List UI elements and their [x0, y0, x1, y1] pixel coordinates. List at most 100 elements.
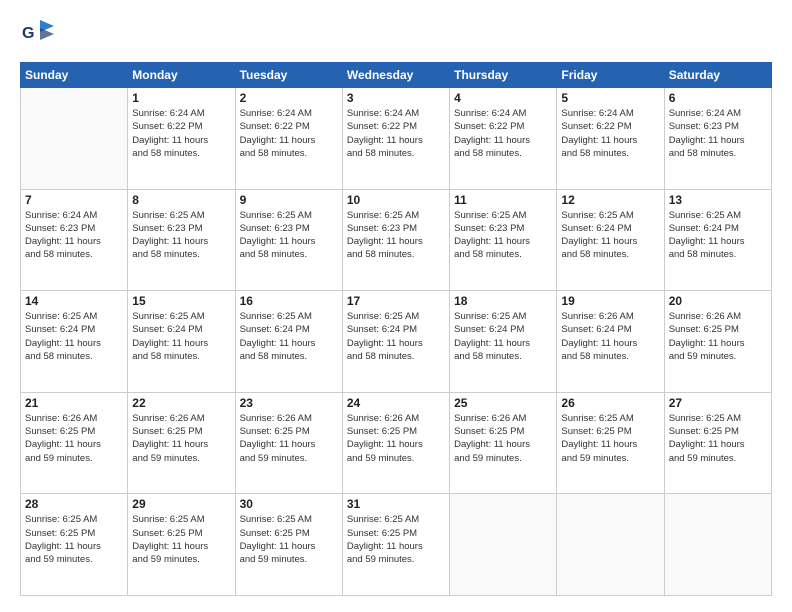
- day-number: 3: [347, 91, 445, 105]
- day-number: 27: [669, 396, 767, 410]
- calendar-header-monday: Monday: [128, 63, 235, 88]
- calendar-cell: 20 Sunrise: 6:26 AMSunset: 6:25 PMDayligh…: [664, 291, 771, 393]
- day-info: Sunrise: 6:25 AMSunset: 6:25 PMDaylight:…: [132, 513, 230, 566]
- calendar-cell: 7 Sunrise: 6:24 AMSunset: 6:23 PMDaylight…: [21, 189, 128, 291]
- day-info: Sunrise: 6:25 AMSunset: 6:24 PMDaylight:…: [240, 310, 338, 363]
- logo: G: [20, 16, 60, 52]
- calendar-cell: 1 Sunrise: 6:24 AMSunset: 6:22 PMDaylight…: [128, 88, 235, 190]
- calendar-cell: 5 Sunrise: 6:24 AMSunset: 6:22 PMDaylight…: [557, 88, 664, 190]
- calendar-cell: 11 Sunrise: 6:25 AMSunset: 6:23 PMDayligh…: [450, 189, 557, 291]
- calendar-cell: 27 Sunrise: 6:25 AMSunset: 6:25 PMDayligh…: [664, 392, 771, 494]
- day-number: 11: [454, 193, 552, 207]
- calendar-cell: 4 Sunrise: 6:24 AMSunset: 6:22 PMDaylight…: [450, 88, 557, 190]
- day-info: Sunrise: 6:25 AMSunset: 6:24 PMDaylight:…: [454, 310, 552, 363]
- day-number: 20: [669, 294, 767, 308]
- day-info: Sunrise: 6:25 AMSunset: 6:24 PMDaylight:…: [561, 209, 659, 262]
- day-info: Sunrise: 6:26 AMSunset: 6:25 PMDaylight:…: [347, 412, 445, 465]
- day-number: 7: [25, 193, 123, 207]
- calendar-cell: 8Sunrise: 6:25 AMSunset: 6:23 PMDaylight…: [128, 189, 235, 291]
- day-info: Sunrise: 6:25 AMSunset: 6:25 PMDaylight:…: [240, 513, 338, 566]
- calendar-cell: 30Sunrise: 6:25 AMSunset: 6:25 PMDayligh…: [235, 494, 342, 596]
- day-info: Sunrise: 6:25 AMSunset: 6:23 PMDaylight:…: [240, 209, 338, 262]
- day-info: Sunrise: 6:25 AMSunset: 6:24 PMDaylight:…: [669, 209, 767, 262]
- page: G SundayMondayTuesdayWednesdayThursdayFr…: [0, 0, 792, 612]
- day-info: Sunrise: 6:26 AMSunset: 6:25 PMDaylight:…: [25, 412, 123, 465]
- day-number: 5: [561, 91, 659, 105]
- day-info: Sunrise: 6:26 AMSunset: 6:25 PMDaylight:…: [454, 412, 552, 465]
- calendar-week-row: 28 Sunrise: 6:25 AMSunset: 6:25 PMDayligh…: [21, 494, 772, 596]
- day-number: 13: [669, 193, 767, 207]
- day-number: 25: [454, 396, 552, 410]
- day-number: 28: [25, 497, 123, 511]
- day-number: 22: [132, 396, 230, 410]
- day-number: 10: [347, 193, 445, 207]
- calendar-week-row: 7 Sunrise: 6:24 AMSunset: 6:23 PMDaylight…: [21, 189, 772, 291]
- calendar-cell: 29 Sunrise: 6:25 AMSunset: 6:25 PMDayligh…: [128, 494, 235, 596]
- day-number: 21: [25, 396, 123, 410]
- calendar-cell: 9 Sunrise: 6:25 AMSunset: 6:23 PMDaylight…: [235, 189, 342, 291]
- header: G: [20, 16, 772, 52]
- calendar-table: SundayMondayTuesdayWednesdayThursdayFrid…: [20, 62, 772, 596]
- calendar-cell: 24 Sunrise: 6:26 AMSunset: 6:25 PMDayligh…: [342, 392, 449, 494]
- calendar-cell: [450, 494, 557, 596]
- day-number: 29: [132, 497, 230, 511]
- day-info: Sunrise: 6:24 AMSunset: 6:22 PMDaylight:…: [132, 107, 230, 160]
- day-number: 4: [454, 91, 552, 105]
- day-number: 17: [347, 294, 445, 308]
- day-info: Sunrise: 6:25 AMSunset: 6:25 PMDaylight:…: [561, 412, 659, 465]
- calendar-cell: 10 Sunrise: 6:25 AMSunset: 6:23 PMDayligh…: [342, 189, 449, 291]
- day-info: Sunrise: 6:26 AMSunset: 6:25 PMDaylight:…: [669, 310, 767, 363]
- day-number: 15: [132, 294, 230, 308]
- day-info: Sunrise: 6:25 AMSunset: 6:24 PMDaylight:…: [347, 310, 445, 363]
- day-number: 8: [132, 193, 230, 207]
- calendar-cell: 14 Sunrise: 6:25 AMSunset: 6:24 PMDayligh…: [21, 291, 128, 393]
- day-number: 19: [561, 294, 659, 308]
- day-info: Sunrise: 6:25 AMSunset: 6:25 PMDaylight:…: [669, 412, 767, 465]
- day-number: 6: [669, 91, 767, 105]
- day-info: Sunrise: 6:26 AMSunset: 6:25 PMDaylight:…: [132, 412, 230, 465]
- day-info: Sunrise: 6:25 AMSunset: 6:24 PMDaylight:…: [25, 310, 123, 363]
- day-number: 18: [454, 294, 552, 308]
- calendar-week-row: 14 Sunrise: 6:25 AMSunset: 6:24 PMDayligh…: [21, 291, 772, 393]
- day-info: Sunrise: 6:24 AMSunset: 6:22 PMDaylight:…: [240, 107, 338, 160]
- day-number: 23: [240, 396, 338, 410]
- day-number: 24: [347, 396, 445, 410]
- calendar-cell: 15Sunrise: 6:25 AMSunset: 6:24 PMDayligh…: [128, 291, 235, 393]
- calendar-header-tuesday: Tuesday: [235, 63, 342, 88]
- calendar-header-thursday: Thursday: [450, 63, 557, 88]
- calendar-cell: 16 Sunrise: 6:25 AMSunset: 6:24 PMDayligh…: [235, 291, 342, 393]
- calendar-header-saturday: Saturday: [664, 63, 771, 88]
- day-info: Sunrise: 6:24 AMSunset: 6:22 PMDaylight:…: [454, 107, 552, 160]
- calendar-cell: 6Sunrise: 6:24 AMSunset: 6:23 PMDaylight…: [664, 88, 771, 190]
- day-info: Sunrise: 6:26 AMSunset: 6:25 PMDaylight:…: [240, 412, 338, 465]
- day-number: 26: [561, 396, 659, 410]
- day-info: Sunrise: 6:24 AMSunset: 6:23 PMDaylight:…: [25, 209, 123, 262]
- calendar-cell: 19Sunrise: 6:26 AMSunset: 6:24 PMDayligh…: [557, 291, 664, 393]
- day-info: Sunrise: 6:25 AMSunset: 6:25 PMDaylight:…: [25, 513, 123, 566]
- calendar-cell: 17 Sunrise: 6:25 AMSunset: 6:24 PMDayligh…: [342, 291, 449, 393]
- day-info: Sunrise: 6:24 AMSunset: 6:22 PMDaylight:…: [561, 107, 659, 160]
- day-number: 12: [561, 193, 659, 207]
- day-number: 2: [240, 91, 338, 105]
- day-number: 1: [132, 91, 230, 105]
- calendar-header-wednesday: Wednesday: [342, 63, 449, 88]
- calendar-cell: 28 Sunrise: 6:25 AMSunset: 6:25 PMDayligh…: [21, 494, 128, 596]
- calendar-cell: 31Sunrise: 6:25 AMSunset: 6:25 PMDayligh…: [342, 494, 449, 596]
- calendar-cell: [664, 494, 771, 596]
- calendar-cell: 12 Sunrise: 6:25 AMSunset: 6:24 PMDayligh…: [557, 189, 664, 291]
- calendar-cell: 2 Sunrise: 6:24 AMSunset: 6:22 PMDaylight…: [235, 88, 342, 190]
- day-info: Sunrise: 6:25 AMSunset: 6:23 PMDaylight:…: [454, 209, 552, 262]
- day-info: Sunrise: 6:25 AMSunset: 6:23 PMDaylight:…: [347, 209, 445, 262]
- calendar-cell: 26 Sunrise: 6:25 AMSunset: 6:25 PMDayligh…: [557, 392, 664, 494]
- calendar-header-friday: Friday: [557, 63, 664, 88]
- calendar-cell: 3Sunrise: 6:24 AMSunset: 6:22 PMDaylight…: [342, 88, 449, 190]
- day-number: 9: [240, 193, 338, 207]
- svg-text:G: G: [22, 25, 34, 42]
- day-number: 16: [240, 294, 338, 308]
- day-number: 14: [25, 294, 123, 308]
- calendar-cell: 25 Sunrise: 6:26 AMSunset: 6:25 PMDayligh…: [450, 392, 557, 494]
- logo-icon: G: [20, 16, 56, 52]
- day-info: Sunrise: 6:25 AMSunset: 6:25 PMDaylight:…: [347, 513, 445, 566]
- calendar-cell: 23 Sunrise: 6:26 AMSunset: 6:25 PMDayligh…: [235, 392, 342, 494]
- calendar-header-sunday: Sunday: [21, 63, 128, 88]
